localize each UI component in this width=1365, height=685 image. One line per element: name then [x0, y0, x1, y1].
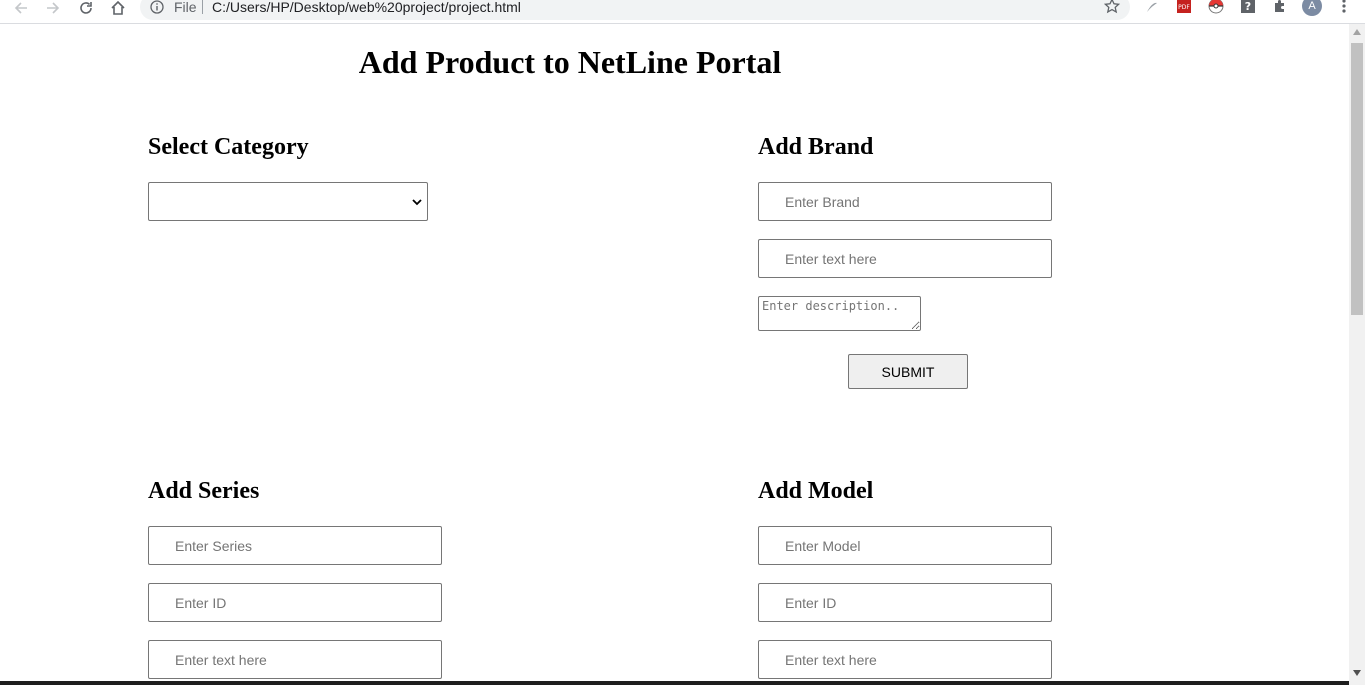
- help-icon[interactable]: ?: [1240, 0, 1256, 14]
- chevron-down-icon: [412, 199, 422, 206]
- reload-icon[interactable]: [75, 0, 97, 16]
- vertical-scrollbar[interactable]: [1349, 24, 1365, 685]
- brand-heading: Add Brand: [758, 134, 874, 160]
- svg-text:?: ?: [1245, 0, 1251, 13]
- file-scheme-label: File: [174, 0, 197, 15]
- model-heading: Add Model: [758, 478, 874, 504]
- model-input[interactable]: [758, 526, 1052, 565]
- more-menu-icon[interactable]: [1338, 0, 1350, 14]
- series-text-input[interactable]: [148, 640, 442, 679]
- forward-arrow-icon[interactable]: [42, 0, 64, 16]
- scroll-down-arrow-icon[interactable]: [1353, 670, 1361, 676]
- home-icon[interactable]: [107, 0, 129, 16]
- brand-text-input[interactable]: [758, 239, 1052, 278]
- brand-input[interactable]: [758, 182, 1052, 221]
- scroll-up-arrow-icon[interactable]: [1353, 29, 1361, 35]
- series-input[interactable]: [148, 526, 442, 565]
- scrollbar-thumb[interactable]: [1351, 43, 1363, 315]
- series-id-input[interactable]: [148, 583, 442, 622]
- series-heading: Add Series: [148, 478, 260, 504]
- acrobat-icon[interactable]: [1144, 0, 1160, 14]
- pdf-icon[interactable]: PDF: [1176, 0, 1192, 14]
- back-arrow-icon[interactable]: [10, 0, 32, 16]
- page-title: Add Product to NetLine Portal: [358, 44, 782, 80]
- bookmark-star-icon[interactable]: [1104, 0, 1120, 14]
- brand-description-textarea[interactable]: [758, 296, 921, 331]
- submit-button[interactable]: SUBMIT: [848, 354, 968, 389]
- model-id-input[interactable]: [758, 583, 1052, 622]
- profile-avatar[interactable]: A: [1302, 0, 1322, 16]
- url-text[interactable]: C:/Users/HP/Desktop/web%20project/projec…: [212, 0, 521, 15]
- taskbar-edge: [0, 681, 1349, 685]
- address-separator: [202, 0, 203, 14]
- address-bar[interactable]: File C:/Users/HP/Desktop/web%20project/p…: [140, 0, 1130, 20]
- model-text-input[interactable]: [758, 640, 1052, 679]
- info-icon[interactable]: [150, 0, 164, 14]
- browser-toolbar: File C:/Users/HP/Desktop/web%20project/p…: [0, 0, 1365, 24]
- pokeball-icon[interactable]: [1208, 0, 1224, 14]
- puzzle-icon[interactable]: [1272, 0, 1288, 14]
- svg-text:PDF: PDF: [1178, 4, 1190, 11]
- category-heading: Select Category: [148, 134, 309, 160]
- category-select[interactable]: [148, 182, 428, 221]
